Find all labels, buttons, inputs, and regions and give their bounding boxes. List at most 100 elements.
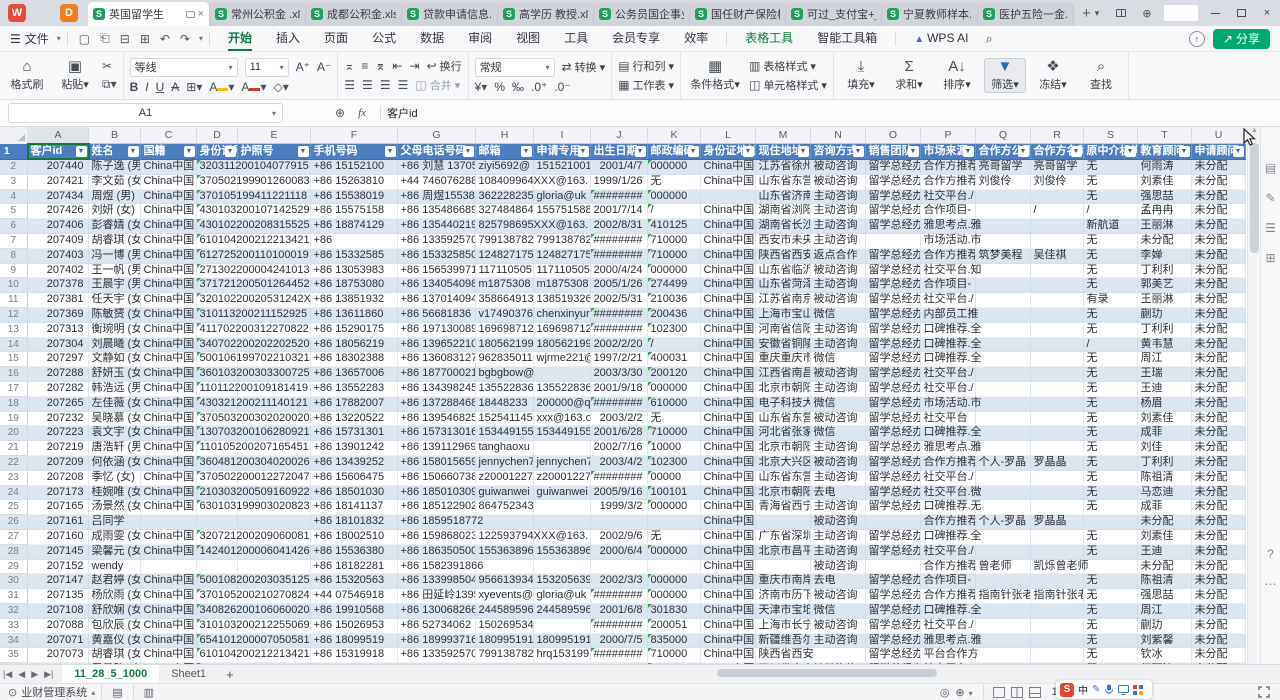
column-header-B[interactable]: B	[88, 127, 140, 144]
cell-U16[interactable]: 未分配	[1191, 367, 1245, 382]
cell-I28[interactable]: 155363896	[533, 544, 590, 559]
number-format-select[interactable]: 常规▾	[475, 58, 555, 77]
header-cell-R1[interactable]: 合作方名称▼	[1030, 144, 1083, 160]
cell-H3[interactable]: 108409964XXX@163.	[475, 174, 533, 189]
cell-K23[interactable]: 00000	[647, 470, 700, 485]
cell-U2[interactable]: 未分配	[1191, 160, 1245, 175]
column-header-K[interactable]: K	[647, 127, 700, 144]
cell-R27[interactable]	[1030, 529, 1083, 544]
globe-icon[interactable]: ⊕	[1134, 0, 1160, 26]
cell-U24[interactable]: 未分配	[1191, 485, 1245, 500]
cell-A19[interactable]: 207232	[27, 411, 88, 426]
cell-Q30[interactable]	[975, 574, 1030, 589]
cell-N8[interactable]: 返点合作	[810, 248, 865, 263]
cell-A32[interactable]: 207108	[27, 603, 88, 618]
redo-icon[interactable]: ↷	[180, 32, 190, 46]
cell-R5[interactable]: /	[1030, 204, 1083, 219]
cell-R17[interactable]	[1030, 381, 1083, 396]
cell-J4[interactable]: ########	[590, 189, 647, 204]
cell-A5[interactable]: 207426	[27, 204, 88, 219]
cell-S8[interactable]: 无	[1083, 248, 1137, 263]
cell-H25[interactable]: 864752343	[475, 500, 533, 515]
comma-style-icon[interactable]: ‰	[512, 80, 524, 94]
cell-F9[interactable]: +86 13053983	[310, 263, 397, 278]
file-menu[interactable]: ☰文件▾	[10, 30, 61, 47]
cell-J15[interactable]: 1997/2/21	[590, 352, 647, 367]
cell-M27[interactable]: 广东省深圳	[755, 529, 810, 544]
header-cell-I1[interactable]: 申请专用▼	[533, 144, 590, 160]
cell-C25[interactable]: China中国	[140, 500, 196, 515]
close-tab-icon[interactable]: ×	[198, 8, 204, 20]
cell-O10[interactable]: 留学总经办	[865, 278, 920, 293]
cell-A8[interactable]: 207403	[27, 248, 88, 263]
column-header-N[interactable]: N	[810, 127, 865, 144]
cell-I31[interactable]: gloria@uk	[533, 589, 590, 604]
cell-A25[interactable]: 207165	[27, 500, 88, 515]
cell-B22[interactable]: 何依涵 (女	[88, 455, 140, 470]
cell-U32[interactable]: 未分配	[1191, 603, 1245, 618]
filter-dropdown-icon[interactable]: ▼	[635, 146, 646, 157]
cell-H28[interactable]: 155363896	[475, 544, 533, 559]
cell-N17[interactable]: 主动咨询	[810, 381, 865, 396]
cell-A34[interactable]: 207071	[27, 633, 88, 648]
cell-G7[interactable]: +86 1335925706	[397, 233, 475, 248]
cell-T15[interactable]: 周江	[1137, 352, 1191, 367]
column-header-F[interactable]: F	[310, 127, 397, 144]
cell-R32[interactable]	[1030, 603, 1083, 618]
cell-Q14[interactable]	[975, 337, 1030, 352]
cell-S16[interactable]: 无	[1083, 367, 1137, 382]
cell-N11[interactable]: 被动咨询	[810, 293, 865, 308]
cell-S3[interactable]: 无	[1083, 174, 1137, 189]
cell-N4[interactable]: 主动咨询	[810, 189, 865, 204]
cell-L27[interactable]: China中国	[700, 529, 755, 544]
row-number[interactable]: 21	[0, 441, 27, 456]
fx-icon[interactable]: fx	[358, 107, 366, 119]
cell-C20[interactable]: China中国	[140, 426, 196, 441]
cell-D12[interactable]: 310113200211152925	[196, 307, 237, 322]
cell-U9[interactable]: 未分配	[1191, 263, 1245, 278]
cell-O5[interactable]: 留学总经办	[865, 204, 920, 219]
cell-M33[interactable]: 上海市长宁	[755, 618, 810, 633]
cell-I8[interactable]: 124827175	[533, 248, 590, 263]
cell-C19[interactable]: China中国	[140, 411, 196, 426]
sheet-tab-11_28_5_1000[interactable]: 11_28_5_1000	[62, 665, 159, 684]
cell-K4[interactable]: 000000	[647, 189, 700, 204]
cell-I15[interactable]: wjrme221@	[533, 352, 590, 367]
cell-I11[interactable]: 138519326	[533, 293, 590, 308]
cell-K6[interactable]: 410125	[647, 219, 700, 234]
cell-I33[interactable]	[533, 618, 590, 633]
cell-B8[interactable]: 冯一博 (男	[88, 248, 140, 263]
row-number[interactable]: 33	[0, 618, 27, 633]
row-number[interactable]: 30	[0, 574, 27, 589]
cell-M9[interactable]: 山东省临沂	[755, 263, 810, 278]
header-cell-D1[interactable]: 身份证号▼	[196, 144, 237, 160]
cell-J30[interactable]: 2002/3/3	[590, 574, 647, 589]
cell-T34[interactable]: 刘紫馨	[1137, 633, 1191, 648]
cell-U12[interactable]: 未分配	[1191, 307, 1245, 322]
cell-F25[interactable]: +86 18141137	[310, 500, 397, 515]
cell-K21[interactable]: 10000	[647, 441, 700, 456]
cell-A17[interactable]: 207282	[27, 381, 88, 396]
cell-M13[interactable]: 河南省信阳	[755, 322, 810, 337]
cell-N7[interactable]: 主动咨询	[810, 233, 865, 248]
cell-I24[interactable]: guiwanwei	[533, 485, 590, 500]
cell-D14[interactable]: 340702200202202520	[196, 337, 237, 352]
filter-dropdown-icon[interactable]: ▼	[184, 146, 195, 157]
align-middle-icon[interactable]: ≡	[361, 59, 368, 73]
filter-dropdown-icon[interactable]: ▼	[1179, 146, 1190, 157]
cell-G11[interactable]: +86 1370140948	[397, 293, 475, 308]
cell-B23[interactable]: 季忆 (女)	[88, 470, 140, 485]
cell-U3[interactable]: 未分配	[1191, 174, 1245, 189]
cell-G35[interactable]: +86 1335925706	[397, 648, 475, 663]
cell-R13[interactable]	[1030, 322, 1083, 337]
cell-T13[interactable]: 丁利利	[1137, 322, 1191, 337]
cell-U26[interactable]: 未分配	[1191, 515, 1245, 530]
cell-Q29[interactable]: 曾老师	[975, 559, 1030, 574]
cell-J11[interactable]: 2002/5/31	[590, 293, 647, 308]
cell-M8[interactable]: 陕西省西安	[755, 248, 810, 263]
cell-F12[interactable]: +86 13611860	[310, 307, 397, 322]
cell-H31[interactable]: xyevents@	[475, 589, 533, 604]
cell-F13[interactable]: +86 15290175	[310, 322, 397, 337]
row-number[interactable]: 2	[0, 160, 27, 175]
cell-H17[interactable]: 135522836	[475, 381, 533, 396]
